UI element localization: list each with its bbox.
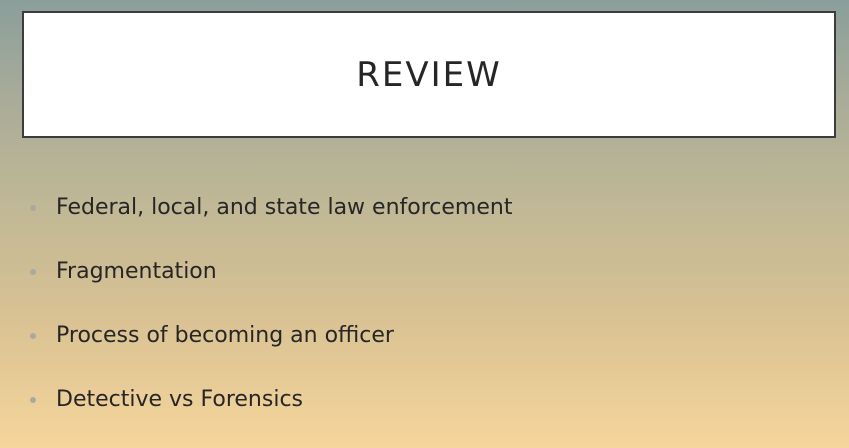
bullet-list: Federal, local, and state law enforcemen… [30,190,512,446]
bullet-text: Fragmentation [56,259,217,284]
bullet-text: Detective vs Forensics [56,387,303,412]
bullet-item: Process of becoming an officer [30,318,512,382]
title-box: REVIEW [22,11,836,138]
bullet-item: Federal, local, and state law enforcemen… [30,190,512,254]
presentation-slide: REVIEW Federal, local, and state law enf… [0,0,849,448]
bullet-dot-icon [30,269,36,275]
bullet-text: Federal, local, and state law enforcemen… [56,195,513,220]
bullet-item: Detective vs Forensics [30,382,512,446]
slide-title: REVIEW [356,54,502,95]
bullet-dot-icon [30,333,36,339]
bullet-dot-icon [30,397,36,403]
bullet-dot-icon [30,205,36,211]
bullet-item: Fragmentation [30,254,512,318]
bullet-text: Process of becoming an officer [56,323,394,348]
